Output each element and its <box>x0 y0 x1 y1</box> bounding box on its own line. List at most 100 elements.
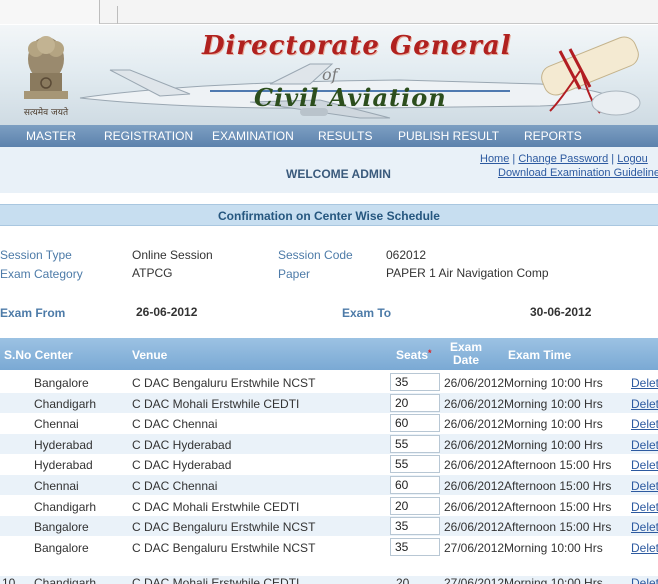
required-marker: * <box>428 348 432 358</box>
download-guidelines-link[interactable]: Download Examination Guidelines <box>498 167 658 179</box>
site-banner: सत्यमेव जयते Directorate General of Civi… <box>0 25 658 125</box>
row-center: Chandigarh <box>34 576 97 584</box>
delete-link[interactable]: Delet <box>631 417 658 431</box>
main-menu: MASTER REGISTRATION EXAMINATION RESULTS … <box>0 125 658 147</box>
banner-title-line3: Civil Aviation <box>254 83 447 112</box>
table-row: Hyderabad C DAC Hyderabad 26/06/2012Mornin… <box>0 433 658 454</box>
user-links: Home | Change Password | Logou <box>480 153 648 165</box>
menu-master[interactable]: MASTER <box>26 129 76 143</box>
exam-to-label: Exam To <box>342 306 392 320</box>
change-password-link[interactable]: Change Password <box>518 153 608 165</box>
col-sno-center: S.No Center <box>4 348 73 362</box>
table-row: Bangalore C DAC Bengaluru Erstwhile NCST 2… <box>0 516 658 537</box>
seats-input[interactable] <box>390 455 440 474</box>
row-time: Morning 10:00 Hrs <box>504 540 603 555</box>
seats-input[interactable] <box>390 393 440 412</box>
welcome-text: WELCOME ADMIN <box>286 167 391 181</box>
row-venue: C DAC Bengaluru Erstwhile NCST <box>132 540 316 555</box>
row-time: Morning 10:00 Hrs <box>504 576 603 584</box>
table-row: Chandigarh C DAC Mohali Erstwhile CEDTI 26… <box>0 392 658 413</box>
banner-title-line2: of <box>322 65 338 84</box>
delete-link[interactable]: Delet <box>631 576 658 584</box>
browser-tab-secondary[interactable] <box>100 6 118 24</box>
menu-results[interactable]: RESULTS <box>318 129 372 143</box>
delete-link[interactable]: Delet <box>631 438 658 452</box>
paper-label: Paper <box>278 267 311 281</box>
banner-title-line1: Directorate General <box>202 31 512 61</box>
browser-tab-strip <box>0 0 658 24</box>
row-venue: C DAC Hyderabad <box>132 458 232 473</box>
delete-link[interactable]: Delet <box>631 479 658 493</box>
row-venue: C DAC Bengaluru Erstwhile NCST <box>132 376 316 390</box>
menu-examination[interactable]: EXAMINATION <box>212 129 294 143</box>
session-type-value: Online Session <box>132 248 213 262</box>
row-venue: C DAC Hyderabad <box>132 437 232 452</box>
table-row: Bangalore C DAC Bengaluru Erstwhile NCST 2… <box>0 537 658 557</box>
browser-tab[interactable] <box>0 0 100 24</box>
row-date: 26/06/2012 <box>444 458 505 473</box>
row-time: Afternoon 15:00 Hrs <box>504 458 612 473</box>
table-row: Hyderabad C DAC Hyderabad 26/06/2012Aftern… <box>0 454 658 474</box>
session-type-label: Session Type <box>0 248 72 262</box>
seats-input[interactable] <box>390 517 440 536</box>
row-center: Chennai <box>34 479 79 493</box>
exam-category-label: Exam Category <box>0 267 83 281</box>
seats-input[interactable] <box>390 496 440 515</box>
exam-from-value: 26-06-2012 <box>136 305 198 319</box>
row-center: Bangalore <box>34 540 89 555</box>
table-row: Chandigarh C DAC Mohali Erstwhile CEDTI 26… <box>0 496 658 516</box>
exam-to-value: 30-06-2012 <box>530 305 592 319</box>
row-center: Bangalore <box>34 376 89 390</box>
delete-link[interactable]: Delet <box>631 520 658 534</box>
seats-input[interactable] <box>390 434 440 453</box>
row-venue: C DAC Chennai <box>132 417 218 432</box>
col-seats: Seats* <box>396 348 432 362</box>
row-date: 26/06/2012 <box>444 479 505 493</box>
logout-link[interactable]: Logou <box>617 153 648 165</box>
row-center: Chennai <box>34 417 79 432</box>
col-exam-date: Exam Date <box>449 340 483 367</box>
row-center: Hyderabad <box>34 458 93 473</box>
menu-reports[interactable]: REPORTS <box>524 129 582 143</box>
delete-link[interactable]: Delet <box>631 458 658 472</box>
col-venue: Venue <box>132 348 168 362</box>
row-time: Morning 10:00 Hrs <box>504 437 603 452</box>
link-separator: | <box>512 153 516 165</box>
col-exam-time: Exam Time <box>508 348 572 362</box>
table-row: Bangalore C DAC Bengaluru Erstwhile NCST 2… <box>0 372 658 392</box>
schedule-table-header: S.No Center Venue Seats* Exam Date Exam … <box>0 338 658 370</box>
row-date: 27/06/2012 <box>444 576 505 584</box>
table-row: Chennai C DAC Chennai 26/06/2012Morning 10… <box>0 413 658 433</box>
emblem-caption: सत्यमेव जयते <box>24 106 69 118</box>
menu-registration[interactable]: REGISTRATION <box>104 129 193 143</box>
exam-from-label: Exam From <box>0 306 66 320</box>
seats-input[interactable] <box>390 537 440 556</box>
row-time: Morning 10:00 Hrs <box>504 396 603 411</box>
row-center: Bangalore <box>34 520 89 535</box>
row-venue: C DAC Mohali Erstwhile CEDTI <box>132 396 300 411</box>
delete-link[interactable]: Delet <box>631 397 658 411</box>
row-venue: C DAC Bengaluru Erstwhile NCST <box>132 520 316 535</box>
row-venue: C DAC Chennai <box>132 479 218 493</box>
row-sno: 10 <box>2 576 16 584</box>
welcome-bar: WELCOME ADMIN Home | Change Password | L… <box>0 147 658 193</box>
section-header: Confirmation on Center Wise Schedule <box>0 204 658 226</box>
table-row: Chennai C DAC Chennai 26/06/2012Afternoon … <box>0 475 658 495</box>
row-center: Chandigarh <box>34 499 97 514</box>
scroll-ribbon-icon <box>541 36 641 116</box>
row-date: 26/06/2012 <box>444 520 505 535</box>
menu-publish-result[interactable]: PUBLISH RESULT <box>398 129 499 143</box>
seats-input[interactable] <box>390 414 440 433</box>
row-date: 27/06/2012 <box>444 540 505 555</box>
delete-link[interactable]: Delet <box>631 376 658 390</box>
delete-link[interactable]: Delet <box>631 500 658 514</box>
home-link[interactable]: Home <box>480 153 509 165</box>
section-title: Confirmation on Center Wise Schedule <box>218 209 440 223</box>
seats-input[interactable] <box>390 373 440 391</box>
delete-link[interactable]: Delet <box>631 541 658 555</box>
row-venue: C DAC Mohali Erstwhile CEDTI <box>132 576 300 584</box>
seats-input[interactable] <box>390 476 440 494</box>
row-center: Chandigarh <box>34 396 97 411</box>
exam-category-value: ATPCG <box>132 266 173 280</box>
row-seats: 20 <box>396 576 410 584</box>
